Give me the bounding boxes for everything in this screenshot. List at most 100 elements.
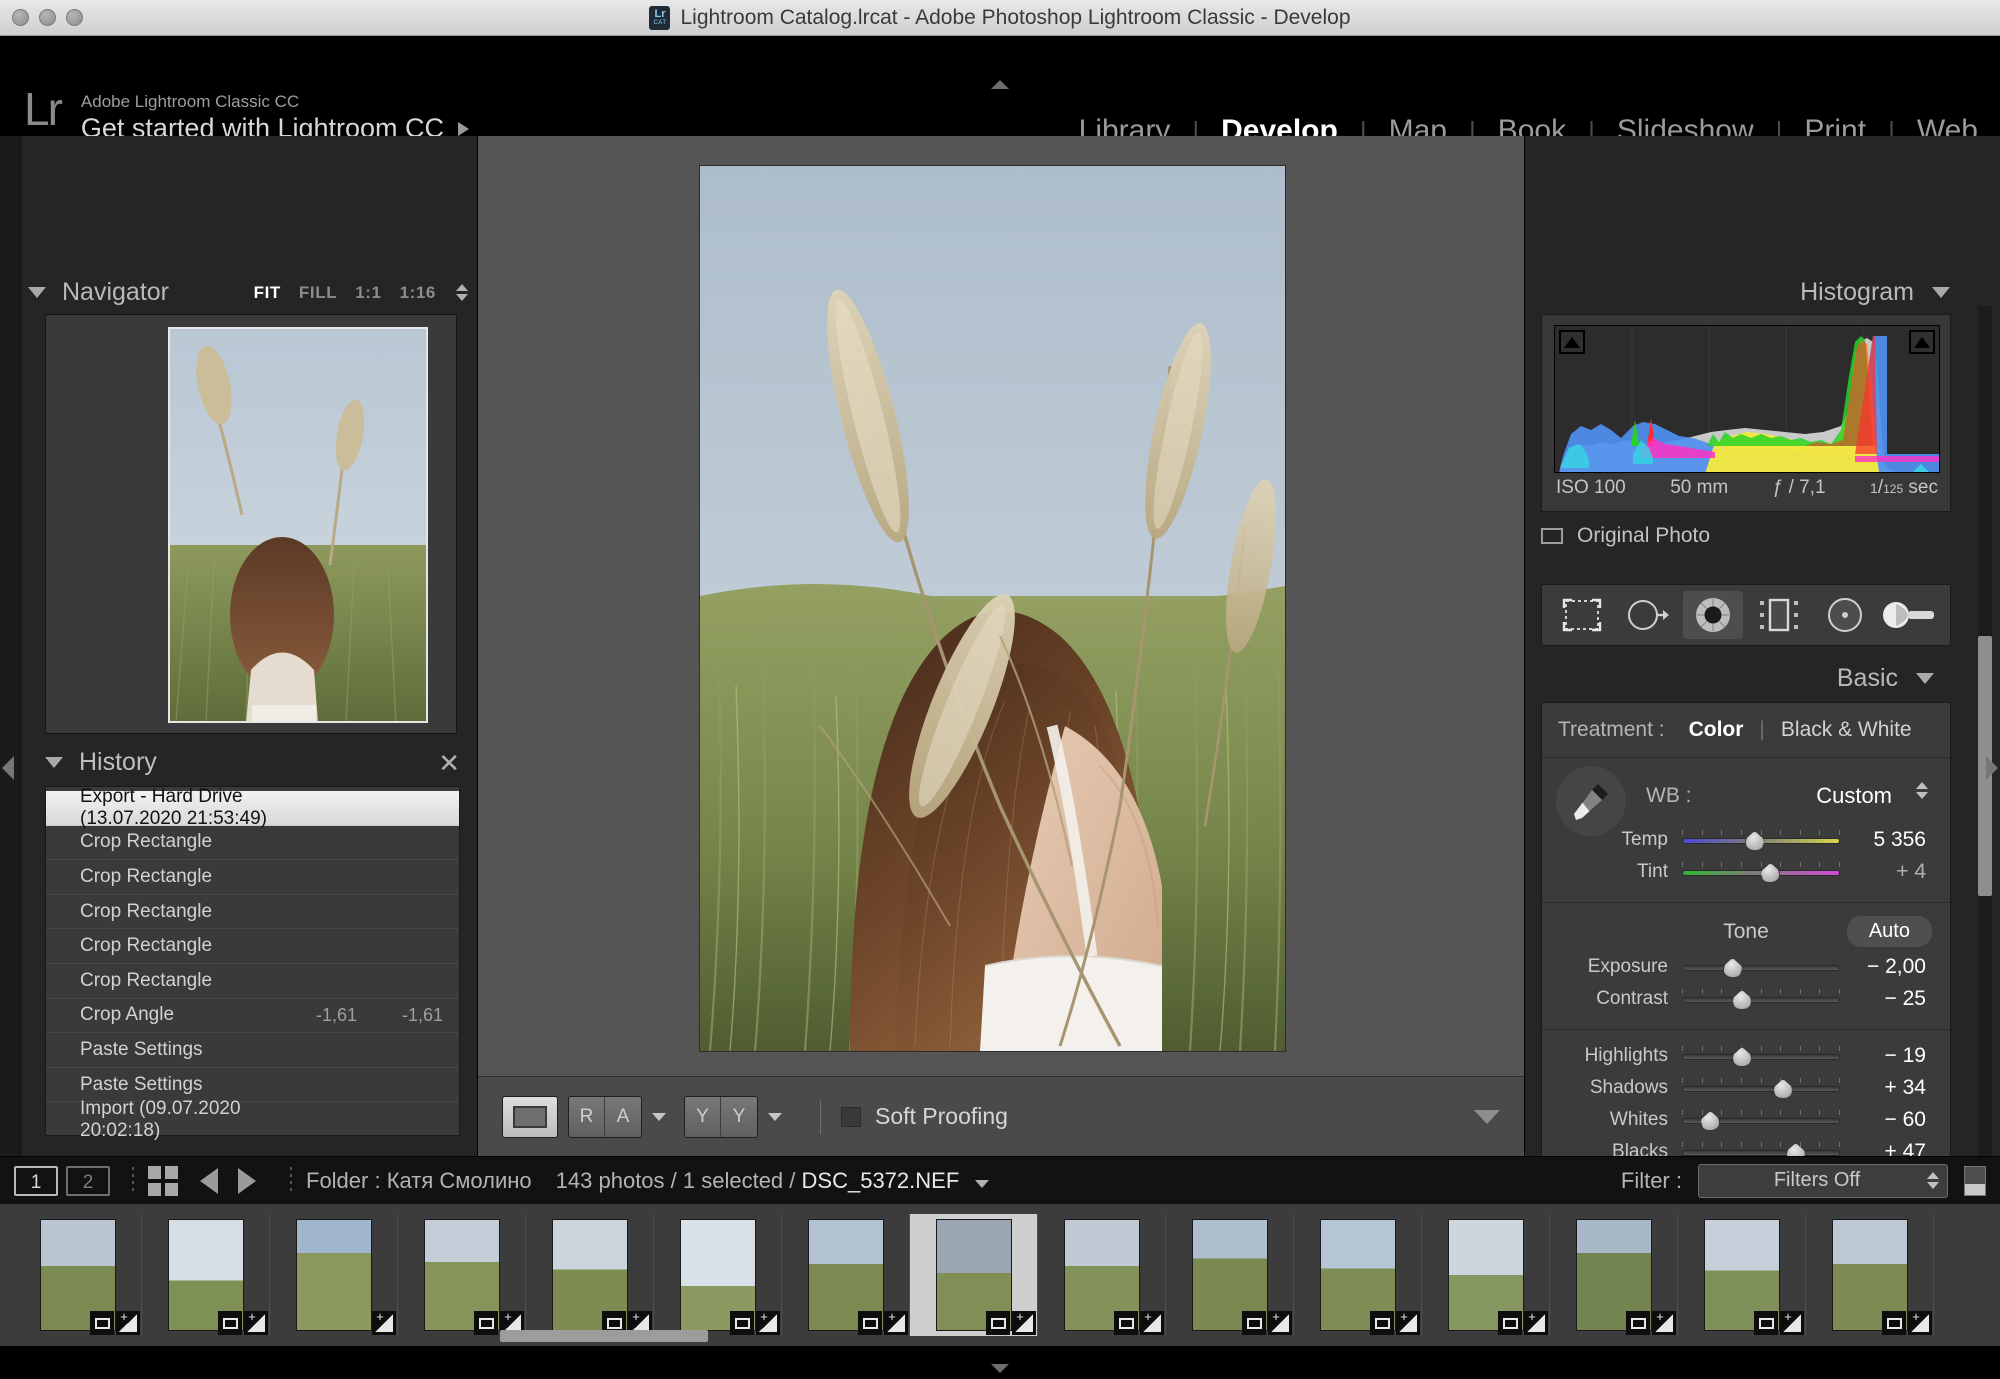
filmstrip-thumbnail[interactable]	[1038, 1214, 1166, 1336]
before-after-button[interactable]: R A	[568, 1095, 642, 1138]
shadows-value[interactable]: + 34	[1846, 1076, 1936, 1100]
zoom-1-16[interactable]: 1:16	[400, 283, 436, 303]
history-item[interactable]: Crop Rectangle	[46, 860, 459, 895]
navigator-preview[interactable]	[45, 314, 457, 734]
filter-select[interactable]: Filters Off	[1698, 1163, 1948, 1198]
highlights-slider[interactable]	[1682, 1046, 1840, 1067]
tint-slider-row[interactable]: Tint + 4	[1542, 856, 1950, 888]
original-photo-checkbox-icon[interactable]	[1541, 528, 1563, 544]
contrast-slider-row[interactable]: Contrast − 25	[1542, 983, 1950, 1015]
history-item[interactable]: Paste Settings	[46, 1033, 459, 1068]
whites-slider-row[interactable]: Whites − 60	[1542, 1104, 1950, 1136]
compare-chevron-down-icon[interactable]	[768, 1112, 782, 1121]
photo-stage[interactable]	[478, 136, 1524, 1076]
right-panel-collapse-arrow[interactable]	[1986, 756, 1998, 780]
filter-stepper-icon[interactable]	[1927, 1172, 1939, 1189]
go-back-arrow-icon[interactable]	[200, 1167, 218, 1194]
history-item[interactable]: Crop Rectangle	[46, 895, 459, 930]
highlight-clipping-indicator[interactable]	[1909, 330, 1935, 354]
filmstrip-thumbnail[interactable]	[1550, 1214, 1678, 1336]
zoom-fit[interactable]: FIT	[254, 283, 281, 303]
exposure-slider-row[interactable]: Exposure − 2,00	[1542, 951, 1950, 983]
filename-chevron-down-icon[interactable]	[975, 1179, 990, 1188]
wb-value[interactable]: Custom	[1816, 783, 1892, 809]
history-header[interactable]: History ✕	[45, 748, 460, 777]
filmstrip-thumbnail[interactable]	[14, 1214, 142, 1336]
develop-photo[interactable]	[700, 166, 1285, 1051]
zoom-window-button[interactable]	[66, 9, 83, 26]
loupe-view-button[interactable]	[502, 1095, 558, 1138]
highlights-value[interactable]: − 19	[1846, 1044, 1936, 1068]
right-panel-scrollbar-track[interactable]	[1978, 306, 1992, 1186]
history-item[interactable]: Crop Rectangle	[46, 826, 459, 861]
shadow-clipping-indicator[interactable]	[1559, 330, 1585, 354]
red-eye-tool-icon[interactable]	[1683, 591, 1744, 639]
soft-proofing-checkbox[interactable]	[841, 1106, 861, 1127]
chevron-down-icon[interactable]	[45, 757, 63, 768]
history-item[interactable]: Crop Angle -1,61 -1,61	[46, 999, 459, 1034]
zoom-1-1[interactable]: 1:1	[355, 283, 381, 303]
history-item[interactable]: Export - Hard Drive (13.07.2020 21:53:49…	[46, 786, 459, 829]
filmstrip-thumbnail[interactable]	[1422, 1214, 1550, 1336]
filmstrip-thumbnail[interactable]	[526, 1214, 654, 1336]
contrast-slider[interactable]	[1682, 989, 1840, 1010]
minimize-window-button[interactable]	[39, 9, 56, 26]
filmstrip-thumbnail[interactable]	[142, 1214, 270, 1336]
filter-flag-swatch-icon[interactable]	[1964, 1165, 1986, 1196]
adjustment-brush-tool-icon[interactable]	[1880, 591, 1940, 639]
second-window-button[interactable]: 2	[66, 1165, 110, 1196]
shadows-slider-row[interactable]: Shadows + 34	[1542, 1072, 1950, 1104]
filmstrip-thumbnail[interactable]	[1294, 1214, 1422, 1336]
filmstrip-thumbnail[interactable]	[270, 1214, 398, 1336]
exposure-slider[interactable]	[1682, 958, 1840, 978]
main-window-button[interactable]: 1	[14, 1165, 58, 1196]
before-after-chevron-down-icon[interactable]	[652, 1112, 666, 1121]
navigator-zoom-levels[interactable]: FIT FILL 1:1 1:16	[254, 283, 468, 303]
filmstrip-scrollbar[interactable]	[500, 1330, 708, 1342]
exposure-slider-knob[interactable]	[1722, 958, 1743, 978]
history-item[interactable]: Crop Rectangle	[46, 929, 459, 964]
compare-view-button[interactable]: Y Y	[684, 1095, 758, 1138]
history-item[interactable]: Crop Rectangle	[46, 964, 459, 999]
folder-info[interactable]: Folder : Катя Смолино	[306, 1168, 532, 1194]
treatment-color-option[interactable]: Color	[1689, 718, 1744, 742]
window-traffic-lights[interactable]	[12, 9, 83, 26]
wb-stepper-icon[interactable]	[1916, 782, 1928, 799]
history-list[interactable]: Export - Hard Drive (13.07.2020 21:53:49…	[45, 786, 460, 1141]
tint-slider[interactable]	[1682, 862, 1840, 883]
filmstrip-thumbnail[interactable]	[1806, 1214, 1934, 1336]
white-balance-selector-icon[interactable]	[1556, 766, 1626, 836]
chevron-down-icon[interactable]	[28, 287, 46, 298]
zoom-fill[interactable]: FILL	[299, 283, 337, 303]
histogram-graph[interactable]	[1554, 325, 1940, 473]
filmstrip-thumbnail[interactable]	[398, 1214, 526, 1336]
filmstrip-thumbnail-selected[interactable]	[910, 1214, 1038, 1336]
toolbar-collapse-chevron-icon[interactable]	[1474, 1109, 1500, 1124]
history-item[interactable]: Import (09.07.2020 20:02:18)	[46, 1098, 459, 1141]
temp-slider[interactable]	[1682, 830, 1840, 851]
contrast-value[interactable]: − 25	[1846, 987, 1936, 1011]
filmstrip-collapse-arrow[interactable]	[991, 1364, 1009, 1373]
play-triangle-icon[interactable]	[458, 122, 470, 137]
current-filename[interactable]: DSC_5372.NEF	[802, 1168, 960, 1193]
tint-value[interactable]: + 4	[1846, 860, 1936, 884]
zoom-stepper-icon[interactable]	[456, 284, 468, 301]
top-panel-toggle-arrow[interactable]	[991, 80, 1009, 89]
filmstrip-thumbnail[interactable]	[1166, 1214, 1294, 1336]
filmstrip-thumbnail[interactable]	[782, 1214, 910, 1336]
navigator-header[interactable]: Navigator FIT FILL 1:1 1:16	[28, 278, 468, 307]
treatment-bw-option[interactable]: Black & White	[1781, 718, 1912, 742]
shadows-slider[interactable]	[1682, 1078, 1840, 1099]
highlights-slider-row[interactable]: Highlights − 19	[1542, 1040, 1950, 1072]
grid-view-icon[interactable]	[148, 1165, 178, 1196]
temp-value[interactable]: 5 356	[1846, 828, 1936, 852]
close-window-button[interactable]	[12, 9, 29, 26]
filmstrip-thumbnail[interactable]	[1678, 1214, 1806, 1336]
left-panel-edge[interactable]	[0, 136, 22, 1156]
left-panel-collapse-arrow[interactable]	[2, 756, 14, 780]
spot-removal-tool-icon[interactable]	[1618, 591, 1678, 639]
exposure-value[interactable]: − 2,00	[1846, 955, 1936, 979]
filmstrip-thumbnail[interactable]	[654, 1214, 782, 1336]
histogram-header[interactable]: Histogram	[1800, 278, 1950, 307]
crop-overlay-tool-icon[interactable]	[1552, 591, 1612, 639]
